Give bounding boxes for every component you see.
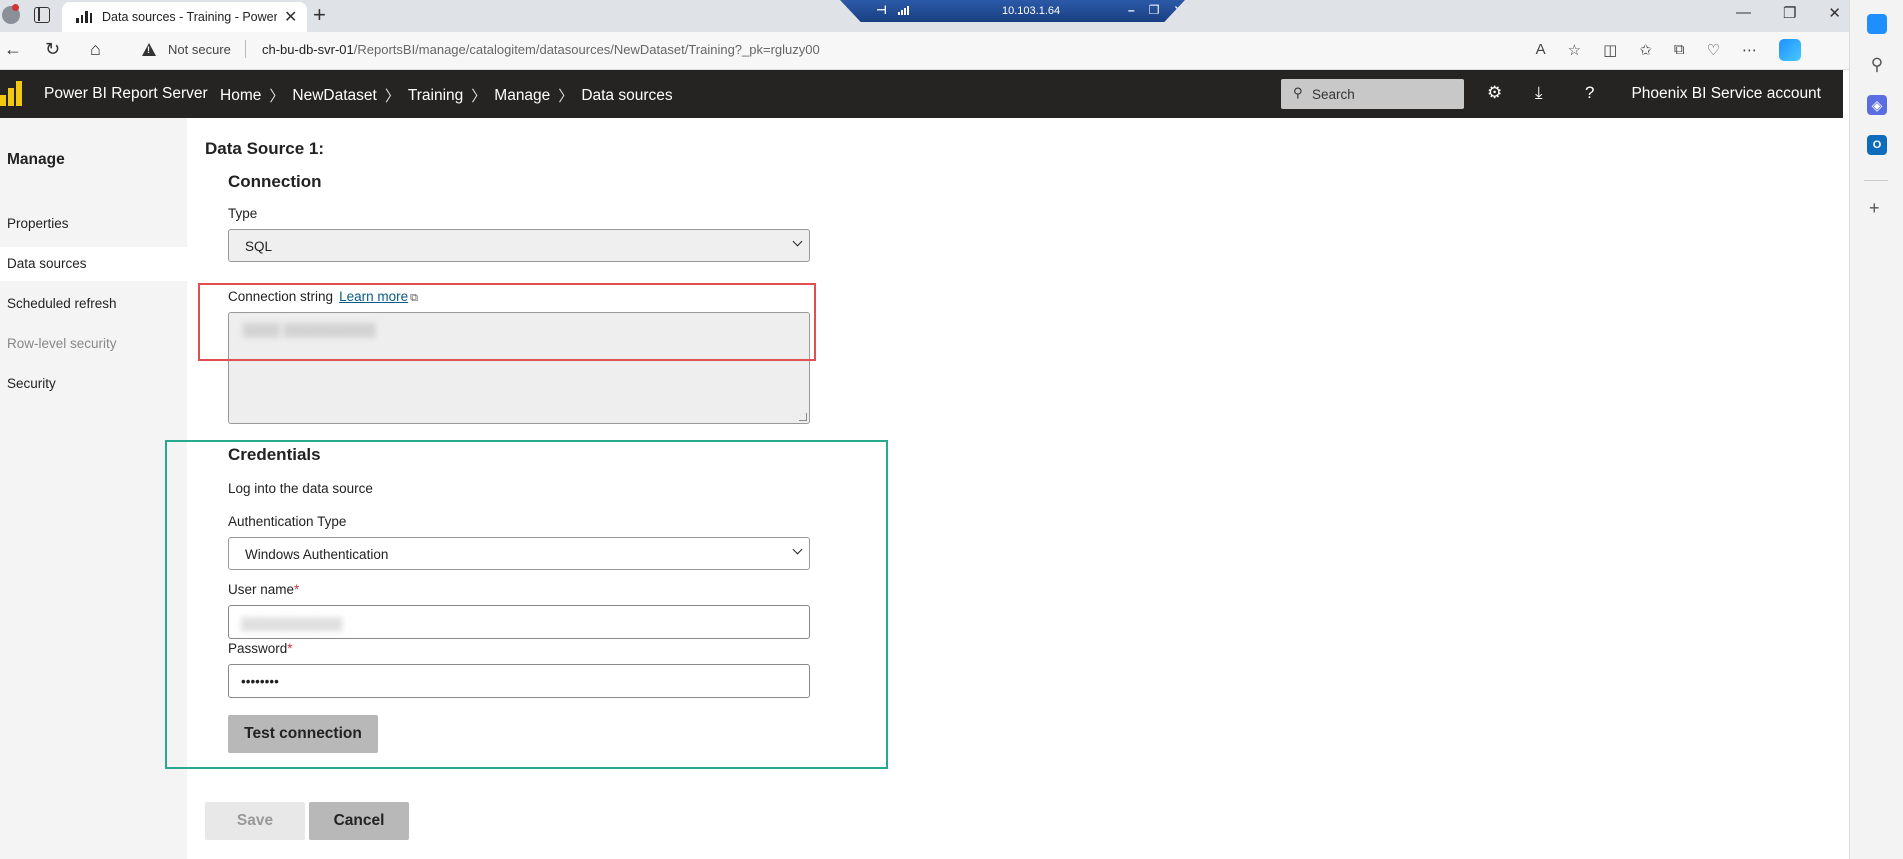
- url-field[interactable]: Not secure ch-bu-db-svr-01/ReportsBI/man…: [130, 35, 1550, 65]
- help-icon[interactable]: ?: [1585, 83, 1594, 103]
- search-placeholder: Search: [1312, 87, 1355, 102]
- signal-icon: [898, 6, 909, 15]
- breadcrumb-manage[interactable]: Manage: [494, 87, 550, 105]
- copilot-icon[interactable]: [1779, 39, 1801, 61]
- favorites-icon[interactable]: ✩: [1639, 41, 1652, 63]
- copilot-sidebar-icon[interactable]: [1867, 14, 1887, 34]
- sidebar-item-scheduled-refresh[interactable]: Scheduled refresh: [0, 287, 187, 321]
- type-select-value: SQL: [245, 239, 273, 254]
- breadcrumb-data-sources: Data sources: [581, 86, 673, 104]
- manage-sidebar: Manage Properties Data sources Scheduled…: [0, 118, 187, 859]
- chevron-down-icon: [792, 236, 803, 247]
- browser-tabbar: Data sources - Training - Power BI Repor…: [0, 0, 1849, 32]
- breadcrumb: Home 〉 NewDataset 〉 Training 〉 Manage 〉 …: [220, 85, 673, 106]
- url-text: ch-bu-db-svr-01/ReportsBI/manage/catalog…: [262, 42, 820, 57]
- breadcrumb-training[interactable]: Training: [408, 87, 463, 105]
- more-menu-icon[interactable]: ⋯: [1742, 41, 1757, 63]
- connection-heading: Connection: [228, 172, 322, 191]
- pbi-header: Power BI Report Server Home 〉 NewDataset…: [0, 70, 1843, 118]
- browser-address-bar: ← ↻ ⌂ Not secure ch-bu-db-svr-01/Reports…: [0, 32, 1849, 70]
- chevron-right-icon: 〉: [558, 88, 574, 105]
- m365-sidebar-icon[interactable]: ◈: [1867, 95, 1887, 115]
- annotation-box-connection-string: [198, 283, 816, 361]
- window-close-icon[interactable]: ✕: [1828, 4, 1841, 22]
- rdp-minimize-icon[interactable]: –: [1128, 3, 1135, 17]
- browser-tab-active[interactable]: Data sources - Training - Power BI Repor…: [62, 2, 307, 32]
- warning-icon: [142, 43, 156, 56]
- sidebar-item-data-sources[interactable]: Data sources: [0, 247, 187, 281]
- account-name[interactable]: Phoenix BI Service account: [1631, 85, 1821, 103]
- tab-title: Data sources - Training - Power BI Repor…: [102, 10, 277, 24]
- download-icon[interactable]: ⤓: [1535, 83, 1543, 103]
- window-restore-icon[interactable]: ❐: [1783, 4, 1796, 22]
- sidebar-item-properties[interactable]: Properties: [0, 207, 187, 241]
- chevron-right-icon: 〉: [269, 88, 285, 105]
- add-sidebar-app-icon[interactable]: +: [1869, 198, 1880, 219]
- close-tab-icon[interactable]: ✕: [284, 7, 297, 27]
- rdp-close-icon[interactable]: ✕: [1173, 3, 1183, 17]
- read-aloud-icon[interactable]: A: [1536, 41, 1546, 63]
- edge-sidebar: ⚲ ◈ O +: [1849, 0, 1903, 859]
- back-icon[interactable]: ←: [4, 39, 22, 60]
- sidebar-item-row-level-security: Row-level security: [7, 336, 117, 351]
- breadcrumb-newdataset[interactable]: NewDataset: [292, 87, 376, 105]
- sidebar-title: Manage: [7, 151, 65, 168]
- notification-dot: [12, 4, 19, 11]
- new-tab-icon[interactable]: +: [313, 2, 326, 28]
- window-minimize-icon[interactable]: —: [1736, 4, 1751, 22]
- type-label: Type: [228, 206, 258, 221]
- sidebar-item-security[interactable]: Security: [0, 367, 187, 401]
- outlook-sidebar-icon[interactable]: O: [1867, 135, 1887, 155]
- rdp-restore-icon[interactable]: ❐: [1149, 3, 1160, 17]
- not-secure-label: Not secure: [168, 42, 231, 57]
- refresh-icon[interactable]: ↻: [45, 39, 60, 60]
- pin-icon[interactable]: ⊣: [876, 3, 887, 17]
- collections-icon[interactable]: ⧉: [1674, 41, 1685, 63]
- cancel-button[interactable]: Cancel: [309, 802, 409, 840]
- split-screen-icon[interactable]: ◫: [1603, 41, 1617, 63]
- type-select[interactable]: SQL: [228, 229, 810, 262]
- chevron-right-icon: 〉: [384, 88, 400, 105]
- home-icon[interactable]: ⌂: [90, 39, 101, 60]
- search-input[interactable]: ⚲ Search: [1281, 79, 1464, 109]
- tab-actions-icon[interactable]: [34, 7, 50, 23]
- brand-name[interactable]: Power BI Report Server: [44, 85, 208, 103]
- browser-essentials-icon[interactable]: ♡: [1707, 41, 1720, 63]
- rdp-connection-bar: ⊣ 10.103.1.64 – ❐ ✕: [840, 0, 1185, 22]
- search-icon: ⚲: [1293, 85, 1303, 100]
- resize-grip-icon[interactable]: [799, 413, 807, 421]
- breadcrumb-home[interactable]: Home: [220, 87, 261, 105]
- favorite-star-icon[interactable]: ☆: [1568, 41, 1581, 63]
- datasource-title: Data Source 1:: [205, 139, 325, 158]
- settings-gear-icon[interactable]: ⚙: [1487, 83, 1502, 103]
- rdp-ip-address: 10.103.1.64: [1002, 5, 1061, 17]
- powerbi-favicon-icon: [76, 11, 92, 23]
- powerbi-logo-icon: [0, 81, 22, 106]
- save-button: Save: [205, 802, 305, 840]
- search-sidebar-icon[interactable]: ⚲: [1867, 55, 1887, 75]
- chevron-right-icon: 〉: [471, 88, 487, 105]
- annotation-box-credentials: [165, 440, 888, 769]
